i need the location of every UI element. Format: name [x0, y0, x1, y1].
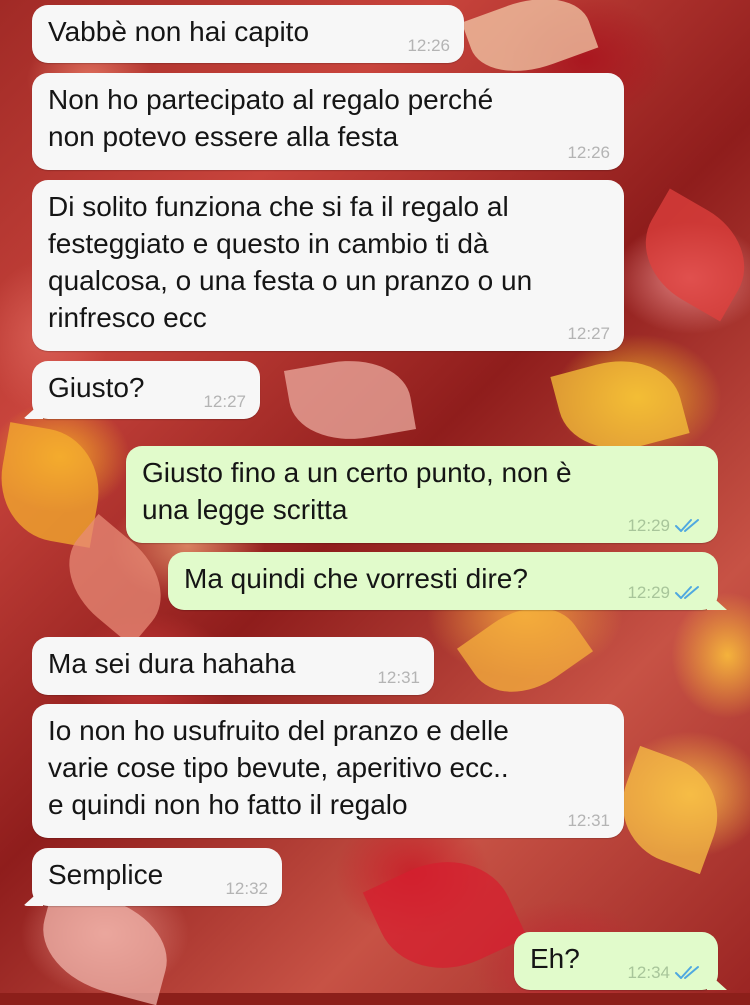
message-text: Vabbè non hai capito	[48, 16, 310, 47]
message-bubble-incoming[interactable]: Semplice 12:32	[32, 848, 282, 906]
message-bubble-incoming[interactable]: Ma sei dura hahaha 12:31	[32, 637, 434, 695]
message-text: Io non ho usufruito del pranzo e delle v…	[48, 715, 509, 820]
read-receipt-double-check-icon	[675, 586, 699, 599]
message-time: 12:27	[567, 324, 610, 343]
message-time: 12:34	[627, 963, 670, 982]
message-meta: 12:32	[225, 880, 268, 897]
message-meta: 12:27	[203, 393, 246, 410]
message-time: 12:26	[407, 36, 450, 55]
message-bubble-incoming[interactable]: Non ho partecipato al regalo perché non …	[32, 73, 624, 170]
message-meta: 12:31	[377, 669, 420, 686]
message-bubble-incoming[interactable]: Io non ho usufruito del pranzo e delle v…	[32, 704, 624, 838]
message-meta: 12:31	[567, 812, 610, 829]
message-meta: 12:26	[407, 37, 450, 54]
message-time: 12:27	[203, 392, 246, 411]
message-text: Ma quindi che vorresti dire?	[184, 563, 528, 594]
leaf-decoration	[624, 188, 750, 322]
message-text: Non ho partecipato al regalo perché non …	[48, 84, 494, 152]
message-meta: 12:34	[627, 964, 704, 981]
message-text: Giusto fino a un certo punto, non è una …	[142, 457, 572, 525]
message-meta: 12:29	[627, 584, 704, 601]
message-time: 12:26	[567, 143, 610, 162]
message-time: 12:32	[225, 879, 268, 898]
message-bubble-incoming[interactable]: Giusto? 12:27	[32, 361, 260, 419]
read-receipt-double-check-icon	[675, 966, 699, 979]
message-bubble-outgoing[interactable]: Ma quindi che vorresti dire? 12:29	[168, 552, 718, 610]
message-time: 12:29	[627, 516, 670, 535]
message-bubble-incoming[interactable]: Vabbè non hai capito 12:26	[32, 5, 464, 63]
message-time: 12:31	[377, 668, 420, 687]
read-receipt-double-check-icon	[675, 519, 699, 532]
message-text: Ma sei dura hahaha	[48, 648, 296, 679]
message-text: Di solito funziona che si fa il regalo a…	[48, 191, 533, 333]
leaf-decoration	[283, 350, 417, 450]
message-bubble-outgoing[interactable]: Giusto fino a un certo punto, non è una …	[126, 446, 718, 543]
message-bubble-outgoing[interactable]: Eh? 12:34	[514, 932, 718, 990]
message-meta: 12:26	[567, 144, 610, 161]
message-bubble-incoming[interactable]: Di solito funziona che si fa il regalo a…	[32, 180, 624, 351]
leaf-decoration	[605, 745, 735, 875]
message-meta: 12:27	[567, 325, 610, 342]
message-time: 12:31	[567, 811, 610, 830]
message-time: 12:29	[627, 583, 670, 602]
message-meta: 12:29	[627, 517, 704, 534]
leaf-decoration	[362, 837, 528, 993]
